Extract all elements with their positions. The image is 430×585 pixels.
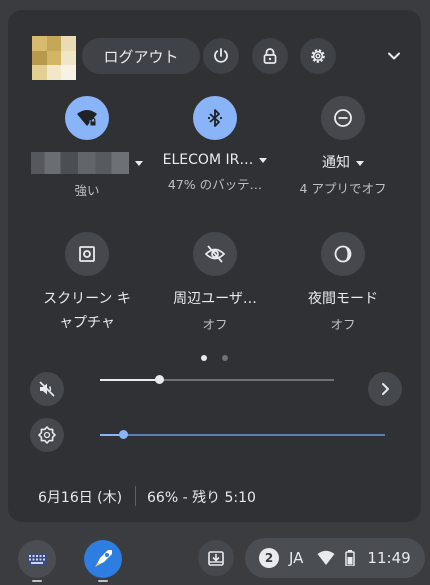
quick-settings-panel: ログアウト 強い ELECOM IR… 47% のバッテ… 通知 4 アプリでオ… xyxy=(8,10,421,522)
avatar-pixel xyxy=(46,65,62,80)
night-mode-tile: 夜間モード オフ xyxy=(283,232,403,333)
lock-icon xyxy=(263,48,277,64)
date-label[interactable]: 6月16日 (木) xyxy=(38,487,122,507)
avatar-pixel xyxy=(32,65,47,80)
volume-slider-thumb[interactable] xyxy=(155,375,164,384)
bluetooth-status: 47% のバッテ… xyxy=(167,177,263,192)
notifications-toggle[interactable] xyxy=(321,96,365,140)
avatar-pixel xyxy=(61,50,76,66)
network-toggle[interactable] xyxy=(65,96,109,140)
app-rocket-icon xyxy=(95,550,112,567)
avatar-pixel xyxy=(46,50,62,66)
avatar-pixel xyxy=(32,36,47,51)
network-tile: 強い xyxy=(27,96,147,199)
wifi-lock-icon xyxy=(77,110,97,126)
notifications-tile: 通知 4 アプリでオフ xyxy=(283,96,403,197)
privacy-status: オフ xyxy=(202,317,228,332)
network-status: 強い xyxy=(74,183,100,198)
power-button[interactable] xyxy=(203,38,239,74)
avatar-pixel xyxy=(32,50,47,66)
avatar-pixel xyxy=(61,65,76,80)
holding-space-button[interactable] xyxy=(198,540,234,576)
settings-button[interactable] xyxy=(300,38,336,74)
notifications-label: 通知 xyxy=(322,155,350,171)
footer-divider xyxy=(135,486,136,506)
logout-button[interactable]: ログアウト xyxy=(82,38,200,74)
screen-capture-label-line2: ャプチャ xyxy=(59,315,115,331)
notifications-status: 4 アプリでオフ xyxy=(299,181,387,196)
launcher-button[interactable] xyxy=(18,540,56,578)
privacy-label: 周辺ユーザ… xyxy=(173,291,257,307)
wifi-icon xyxy=(317,550,335,565)
bluetooth-menu[interactable]: ELECOM IR… xyxy=(155,152,275,168)
caret-down-icon xyxy=(356,160,364,166)
notification-count-badge[interactable]: 2 xyxy=(259,548,279,568)
bluetooth-toggle[interactable] xyxy=(193,96,237,140)
night-mode-toggle[interactable] xyxy=(321,232,365,276)
chevron-down-icon xyxy=(388,52,400,60)
download-tray-icon xyxy=(208,551,224,566)
volume-track-fill xyxy=(100,379,159,381)
notifications-menu[interactable]: 通知 xyxy=(283,152,403,172)
page-dot-2[interactable] xyxy=(222,355,228,361)
audio-settings-button[interactable] xyxy=(368,372,402,406)
bluetooth-label: ELECOM IR… xyxy=(162,152,254,168)
avatar-pixel xyxy=(46,36,62,51)
app-running-indicator xyxy=(32,580,42,582)
page-dot-1[interactable] xyxy=(201,355,207,361)
power-icon xyxy=(214,48,228,63)
bluetooth-tile: ELECOM IR… 47% のバッテ… xyxy=(155,96,275,193)
caret-down-icon xyxy=(135,160,143,166)
screen-capture-label: スクリーン キ xyxy=(43,291,131,307)
battery-status: 66% - 残り 5:10 xyxy=(147,490,256,506)
do-not-disturb-icon xyxy=(334,109,352,127)
screen-capture-toggle[interactable] xyxy=(65,232,109,276)
screen-capture-icon xyxy=(79,246,95,262)
avatar[interactable] xyxy=(32,36,76,80)
night-mode-status: オフ xyxy=(330,317,356,332)
brightness-icon xyxy=(38,426,56,444)
status-area[interactable]: 2 JA 11:49 xyxy=(245,538,425,578)
bluetooth-icon xyxy=(207,109,223,127)
network-menu[interactable] xyxy=(27,152,147,174)
brightness-button[interactable] xyxy=(30,418,64,452)
avatar-pixel xyxy=(61,36,76,51)
screen-capture-tile: スクリーン キ ャプチャ xyxy=(27,232,147,332)
gear-icon xyxy=(311,49,325,63)
clock[interactable]: 11:49 xyxy=(367,549,410,567)
mute-button[interactable] xyxy=(30,372,64,406)
lock-button[interactable] xyxy=(252,38,288,74)
app-running-indicator xyxy=(98,580,108,582)
brightness-slider-thumb[interactable] xyxy=(119,430,128,439)
network-name-redacted xyxy=(31,152,129,174)
chevron-right-icon xyxy=(382,383,389,395)
eye-off-icon xyxy=(204,245,226,263)
app-button[interactable] xyxy=(84,540,122,578)
privacy-tile: 周辺ユーザ… オフ xyxy=(155,232,275,333)
volume-off-icon xyxy=(39,381,55,397)
launcher-icon xyxy=(27,553,47,566)
caret-down-icon xyxy=(259,157,268,163)
battery-icon xyxy=(345,550,356,566)
brightness-track[interactable] xyxy=(100,434,385,436)
privacy-toggle[interactable] xyxy=(193,232,237,276)
night-mode-icon xyxy=(334,245,352,263)
collapse-button[interactable] xyxy=(382,44,406,68)
ime-indicator[interactable]: JA xyxy=(289,549,303,567)
night-mode-label: 夜間モード xyxy=(308,291,378,307)
